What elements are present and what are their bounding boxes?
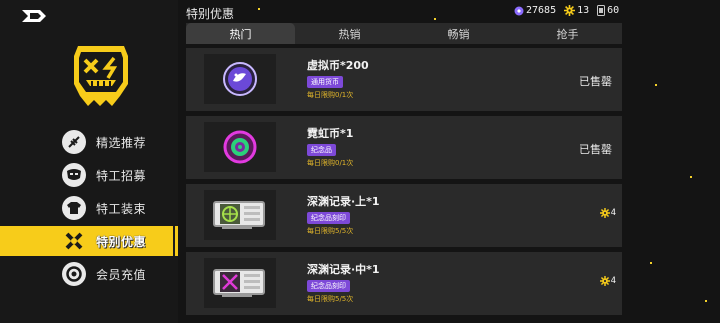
tab-in-demand[interactable]: 抢手	[513, 23, 622, 44]
price-value: 4	[610, 208, 616, 218]
price-value: 4	[610, 276, 616, 286]
item-tag-badge: 通用货币	[307, 76, 343, 88]
item-thumbnail	[204, 54, 276, 104]
item-purchase-limit: 每日限购5/5次	[307, 227, 354, 235]
abyss-record-card-icon	[213, 269, 265, 297]
item-thumbnail	[204, 122, 276, 172]
gear-currency[interactable]: 13	[564, 5, 589, 16]
item-purchase-limit: 每日限购5/5次	[307, 295, 354, 303]
sidebar-item-agent-recruit[interactable]: 特工招募	[0, 160, 178, 190]
agent-mask-icon	[62, 163, 86, 187]
item-tag-badge: 纪念品	[307, 144, 336, 156]
neon-coin-icon	[223, 130, 257, 164]
buy-price-button[interactable]: 4	[599, 208, 616, 218]
sidebar-item-member-recharge[interactable]: 会员充值	[0, 259, 178, 289]
sidebar-item-label: 特别优惠	[96, 235, 147, 249]
sidebar-item-special-offer[interactable]: 特别优惠	[0, 226, 178, 256]
list-item[interactable]: 虚拟币*200 通用货币 每日限购0/1次 已售罄	[186, 48, 622, 111]
gear-currency-icon	[599, 208, 610, 218]
buy-price-button[interactable]: 4	[599, 276, 616, 286]
sidebar: 精选推荐 特工招募 特工装束 特别优惠 会员充值	[0, 0, 178, 323]
currency-bar: 27685 13 60	[514, 5, 627, 16]
feature-star-icon	[62, 130, 86, 154]
ticket-currency-icon	[597, 5, 606, 16]
sidebar-item-label: 特工装束	[96, 202, 147, 216]
gear-currency-value: 13	[577, 5, 590, 16]
shop-tabs: 热门 热销 畅销 抢手	[186, 23, 622, 44]
ticket-currency-value: 60	[607, 5, 620, 16]
sidebar-item-featured[interactable]: 精选推荐	[0, 127, 178, 157]
discount-cross-icon	[62, 229, 86, 253]
brand-logo-icon	[74, 46, 128, 106]
item-name: 深渊记录·上*1	[307, 195, 380, 208]
item-tag-badge: 纪念品刻印	[307, 212, 350, 224]
item-purchase-limit: 每日限购0/1次	[307, 91, 354, 99]
item-name: 虚拟币*200	[307, 59, 369, 72]
gear-currency-icon	[564, 5, 576, 16]
sidebar-item-label: 特工招募	[96, 169, 147, 183]
sidebar-item-label: 会员充值	[96, 268, 147, 282]
item-thumbnail	[204, 258, 276, 308]
page-title: 特别优惠	[186, 7, 235, 21]
tab-hot[interactable]: 热门	[186, 23, 295, 44]
sold-out-status: 已售罄	[579, 75, 612, 88]
back-arrow-icon[interactable]	[20, 8, 48, 24]
sidebar-item-agent-outfit[interactable]: 特工装束	[0, 193, 178, 223]
virtual-coin-icon	[223, 62, 257, 96]
gem-currency-icon	[514, 6, 524, 15]
item-list: 虚拟币*200 通用货币 每日限购0/1次 已售罄 霓虹币*1 纪念品 每日限购…	[186, 48, 622, 320]
abyss-record-card-icon	[213, 201, 265, 229]
gem-currency-value: 27685	[526, 5, 557, 16]
tab-best-selling[interactable]: 畅销	[404, 23, 513, 44]
sidebar-item-label: 精选推荐	[96, 136, 147, 150]
sold-out-status: 已售罄	[579, 143, 612, 156]
tab-hot-selling[interactable]: 热销	[295, 23, 404, 44]
item-name: 霓虹币*1	[307, 127, 354, 140]
gem-currency[interactable]: 27685	[514, 5, 556, 16]
gear-currency-icon	[599, 276, 610, 286]
item-name: 深渊记录·中*1	[307, 263, 380, 276]
coin-recharge-icon	[62, 262, 86, 286]
item-thumbnail	[204, 190, 276, 240]
list-item[interactable]: 霓虹币*1 纪念品 每日限购0/1次 已售罄	[186, 116, 622, 179]
active-indicator	[171, 226, 175, 256]
item-tag-badge: 纪念品刻印	[307, 280, 350, 292]
outfit-shirt-icon	[62, 196, 86, 220]
list-item[interactable]: 深渊记录·上*1 纪念品刻印 每日限购5/5次 4	[186, 184, 622, 247]
item-purchase-limit: 每日限购0/1次	[307, 159, 354, 167]
ticket-currency[interactable]: 60	[597, 5, 619, 16]
list-item[interactable]: 深渊记录·中*1 纪念品刻印 每日限购5/5次 4	[186, 252, 622, 315]
